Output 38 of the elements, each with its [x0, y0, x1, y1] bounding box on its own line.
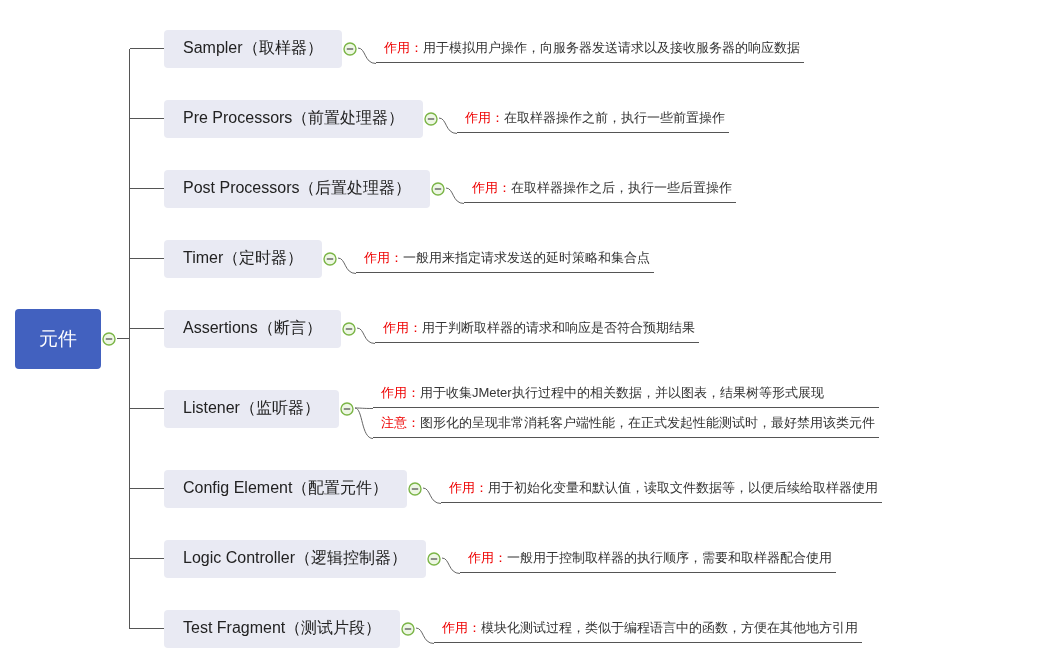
- note-text: 作用：一般用于控制取样器的执行顺序，需要和取样器配合使用: [460, 542, 837, 573]
- connector-line: [356, 327, 376, 344]
- note-text: 作用：在取样器操作之前，执行一些前置操作: [457, 102, 730, 133]
- connector-line: [337, 257, 357, 274]
- collapse-toggle-icon[interactable]: [431, 181, 446, 196]
- topic-node[interactable]: Timer（定时器）: [164, 239, 323, 278]
- root-topic[interactable]: 元件: [15, 308, 101, 369]
- topic-node[interactable]: Pre Processors（前置处理器）: [164, 99, 424, 138]
- connector-line: [357, 47, 377, 64]
- note-text: 作用：用于判断取样器的请求和响应是否符合预期结果: [374, 312, 699, 343]
- connector-line: [441, 557, 461, 574]
- collapse-toggle-icon[interactable]: [342, 41, 357, 56]
- note-text: 作用：一般用来指定请求发送的延时策略和集合点: [356, 242, 655, 273]
- connector-line: [446, 187, 465, 204]
- topic-node[interactable]: Config Element（配置元件）: [164, 469, 408, 508]
- topic-node[interactable]: Logic Controller（逻辑控制器）: [164, 539, 427, 578]
- note-text: 作用：用于收集JMeter执行过程中的相关数据，并以图表，结果树等形式展现: [372, 377, 879, 408]
- note-text: 作用：在取样器操作之后，执行一些后置操作: [464, 172, 737, 203]
- collapse-toggle-icon[interactable]: [323, 251, 338, 266]
- topic-node[interactable]: Test Fragment（测试片段）: [164, 609, 401, 648]
- connector-line: [415, 627, 435, 644]
- collapse-toggle-icon[interactable]: [102, 331, 116, 346]
- collapse-toggle-icon[interactable]: [341, 321, 356, 336]
- note-text: 注意：图形化的呈现非常消耗客户端性能，在正式发起性能测试时，最好禁用该类元件: [372, 407, 879, 438]
- connector-line: [438, 117, 458, 134]
- topic-node[interactable]: Post Processors（后置处理器）: [164, 169, 431, 208]
- connector-line: [422, 487, 442, 504]
- collapse-toggle-icon[interactable]: [427, 551, 442, 566]
- note-text: 作用：用于模拟用户操作，向服务器发送请求以及接收服务器的响应数据: [375, 32, 804, 63]
- topic-node[interactable]: Assertions（断言）: [164, 309, 341, 348]
- note-text: 作用：用于初始化变量和默认值，读取文件数据等，以便后续给取样器使用: [441, 472, 883, 503]
- collapse-toggle-icon[interactable]: [408, 481, 423, 496]
- topic-node[interactable]: Listener（监听器）: [164, 389, 339, 428]
- collapse-toggle-icon[interactable]: [424, 111, 439, 126]
- topic-node[interactable]: Sampler（取样器）: [164, 29, 342, 68]
- collapse-toggle-icon[interactable]: [401, 621, 416, 636]
- collapse-toggle-icon[interactable]: [339, 401, 354, 416]
- note-text: 作用：模块化测试过程，类似于编程语言中的函数，方便在其他地方引用: [434, 612, 863, 643]
